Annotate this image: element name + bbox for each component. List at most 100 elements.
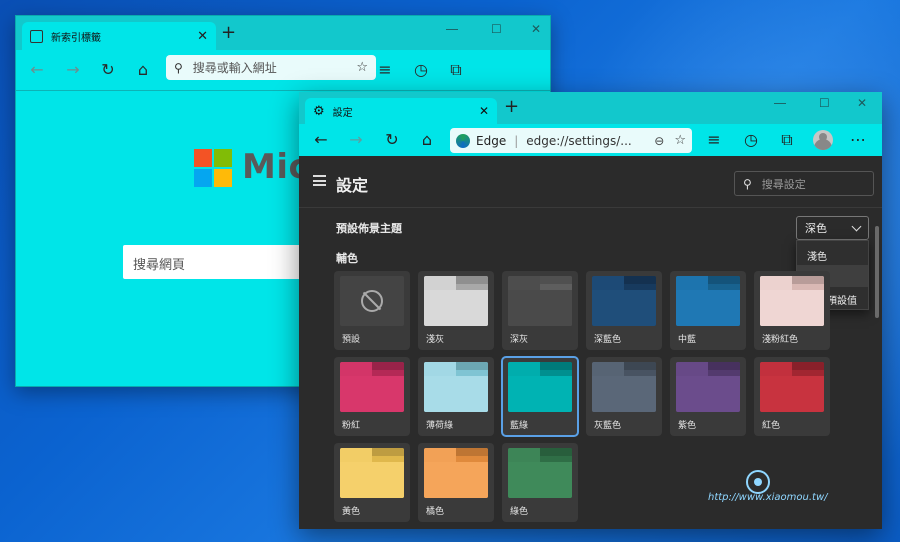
swatch-tab-layer (340, 448, 372, 462)
new-tab-button[interactable]: + (504, 98, 519, 116)
reading-list-icon[interactable]: ≡ (374, 59, 396, 81)
tab-settings[interactable]: ⚙ 設定 ✕ (305, 98, 497, 124)
microsoft-logo (194, 149, 232, 187)
collections-icon[interactable]: ⧉ (445, 59, 467, 81)
favorite-star-icon[interactable]: ☆ (356, 60, 368, 75)
accent-tile[interactable]: 粉紅 (334, 357, 410, 436)
forward-arrow-icon[interactable]: → (62, 59, 84, 81)
swatch-front-layer (676, 376, 740, 412)
maximize-button[interactable]: ☐ (491, 22, 502, 36)
web-search-input[interactable]: 搜尋網頁 (123, 245, 323, 279)
menu-icon[interactable] (313, 175, 326, 186)
accent-tile[interactable]: 紅色 (754, 357, 830, 436)
swatch-top-strip (372, 362, 404, 370)
accent-tile-label: 薄荷綠 (426, 421, 454, 431)
swatch-front-layer (424, 290, 488, 326)
minimize-button[interactable]: ― (774, 96, 786, 110)
search-icon: ⚲ (174, 60, 183, 75)
close-tab-button[interactable]: ✕ (197, 29, 208, 44)
tab-new-tab[interactable]: 新索引標籤 ✕ (22, 22, 216, 50)
accent-tile-label: 粉紅 (342, 421, 361, 431)
swatch-front-layer (508, 462, 572, 498)
swatch-front-layer (340, 376, 404, 412)
more-options-icon[interactable]: ⋯ (847, 129, 869, 151)
maximize-button[interactable]: ☐ (819, 96, 830, 110)
accent-tile[interactable]: 淺灰 (418, 271, 494, 350)
tab-strip: ⚙ 設定 ✕ + ― ☐ ✕ (299, 92, 882, 124)
accent-tile[interactable]: 預設 (334, 271, 410, 350)
refresh-icon[interactable]: ↻ (97, 59, 119, 81)
address-separator: | (514, 133, 519, 148)
accent-swatch (592, 362, 656, 412)
back-arrow-icon[interactable]: ← (310, 129, 332, 151)
swatch-top-strip (792, 276, 824, 284)
swatch-front-layer (592, 376, 656, 412)
swatch-top-strip (540, 448, 572, 456)
accent-tile-label: 黃色 (342, 507, 361, 517)
home-icon[interactable]: ⌂ (132, 59, 154, 81)
favorite-star-icon[interactable]: ☆ (674, 133, 686, 148)
address-url: edge://settings/... (526, 133, 632, 148)
dropdown-option-light[interactable]: 淺色 (797, 243, 868, 265)
swatch-front-layer (760, 376, 824, 412)
accent-tile-label: 預設 (342, 335, 361, 345)
swatch-front-layer (676, 290, 740, 326)
history-icon[interactable]: ◷ (410, 59, 432, 81)
accent-tile[interactable]: 中藍 (670, 271, 746, 350)
close-tab-button[interactable]: ✕ (479, 104, 489, 118)
swatch-front-layer (508, 376, 572, 412)
accent-tile[interactable]: 黃色 (334, 443, 410, 522)
theme-dropdown[interactable]: 深色 (796, 216, 869, 240)
swatch-top-strip (456, 362, 488, 370)
accent-swatch (424, 276, 488, 326)
accent-tile[interactable]: 紫色 (670, 357, 746, 436)
close-window-button[interactable]: ✕ (531, 22, 541, 36)
swatch-tab-layer (508, 362, 540, 376)
swatch-top-strip (624, 362, 656, 370)
swatch-tab-layer (760, 362, 792, 376)
forward-arrow-icon[interactable]: → (345, 129, 367, 151)
scrollbar[interactable] (875, 226, 879, 318)
swatch-front-layer (592, 290, 656, 326)
swatch-tab-layer (424, 276, 456, 290)
accent-swatch-default (340, 276, 404, 326)
swatch-top-strip (792, 362, 824, 370)
accent-tile-label: 深藍色 (594, 335, 622, 345)
settings-search-input[interactable]: ⚲ 搜尋設定 (734, 171, 874, 196)
page-title: 設定 (336, 176, 369, 195)
accent-tile[interactable]: 藍綠 (501, 356, 579, 437)
address-bar[interactable]: ⚲ 搜尋或輸入網址 ☆ (166, 55, 376, 80)
history-icon[interactable]: ◷ (740, 129, 762, 151)
minimize-button[interactable]: ― (446, 22, 458, 36)
swatch-front-layer (760, 290, 824, 326)
accent-tile[interactable]: 薄荷綠 (418, 357, 494, 436)
accent-tile[interactable]: 綠色 (502, 443, 578, 522)
swatch-tab-layer (508, 276, 540, 290)
accent-tile[interactable]: 灰藍色 (586, 357, 662, 436)
accent-swatch (424, 448, 488, 498)
address-bar[interactable]: Edge | edge://settings/... ⊖ ☆ (450, 128, 692, 153)
home-icon[interactable]: ⌂ (416, 129, 438, 151)
profile-avatar[interactable] (813, 130, 833, 150)
close-window-button[interactable]: ✕ (857, 96, 867, 110)
accent-swatch (760, 276, 824, 326)
swatch-front-layer (340, 462, 404, 498)
accent-tile[interactable]: 淺粉紅色 (754, 271, 830, 350)
accent-tile[interactable]: 深藍色 (586, 271, 662, 350)
refresh-icon[interactable]: ↻ (381, 129, 403, 151)
collections-icon[interactable]: ⧉ (776, 129, 798, 151)
tab-title: 設定 (332, 107, 353, 119)
zoom-icon[interactable]: ⊖ (654, 134, 664, 148)
new-tab-button[interactable]: + (221, 24, 236, 42)
swatch-top-strip (456, 448, 488, 456)
accent-tile-label: 淺粉紅色 (762, 335, 799, 345)
accent-tile-label: 淺灰 (426, 335, 445, 345)
accent-tile-label: 紅色 (762, 421, 781, 431)
toolbar-divider (16, 90, 550, 91)
swatch-top-strip (456, 276, 488, 284)
back-arrow-icon[interactable]: ← (26, 59, 48, 81)
reading-list-icon[interactable]: ≡ (703, 129, 725, 151)
accent-tile[interactable]: 橘色 (418, 443, 494, 522)
accent-tile[interactable]: 深灰 (502, 271, 578, 350)
accent-swatch (340, 448, 404, 498)
